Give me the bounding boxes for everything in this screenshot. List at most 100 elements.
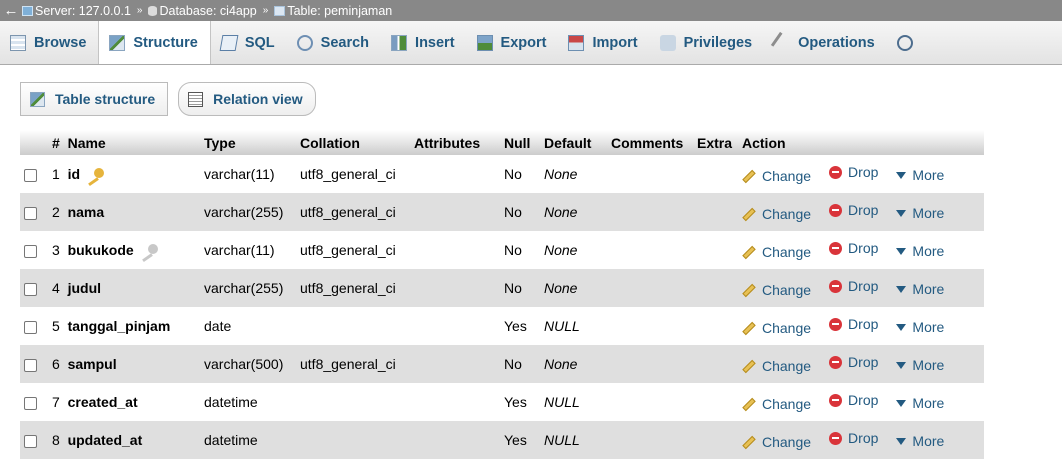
field-null: No [500, 193, 540, 231]
pencil-icon [742, 397, 756, 411]
drop-button[interactable]: Drop [829, 164, 878, 180]
server-icon [22, 5, 33, 16]
field-name: nama [67, 204, 105, 220]
drop-button[interactable]: Drop [829, 278, 878, 294]
change-button[interactable]: Change [742, 206, 811, 222]
field-type: varchar(255) [200, 193, 296, 231]
row-checkbox[interactable] [24, 434, 37, 448]
field-name-cell: 6 sampul [48, 345, 200, 383]
field-comments [607, 383, 693, 421]
tab-browse[interactable]: Browse [0, 21, 98, 64]
change-button[interactable]: Change [742, 358, 811, 374]
more-button[interactable]: More [896, 319, 944, 335]
tab-import[interactable]: Import [558, 21, 649, 64]
row-checkbox[interactable] [24, 282, 37, 296]
tab-search[interactable]: Search [287, 21, 381, 64]
drop-button[interactable]: Drop [829, 430, 878, 446]
eye-icon [896, 34, 913, 51]
field-comments [607, 421, 693, 459]
tab-privileges[interactable]: Privileges [650, 21, 765, 64]
more-button[interactable]: More [896, 281, 944, 297]
drop-icon [829, 317, 843, 331]
breadcrumb-table-label[interactable]: Table: peminjaman [287, 4, 392, 18]
breadcrumb-table[interactable]: Table: peminjaman [274, 4, 392, 18]
drop-button[interactable]: Drop [829, 316, 878, 332]
triangle-down-icon [896, 437, 907, 445]
relation-icon [188, 91, 204, 107]
change-button[interactable]: Change [742, 434, 811, 450]
tab-tracking[interactable] [887, 21, 933, 64]
drop-button[interactable]: Drop [829, 202, 878, 218]
field-comments [607, 307, 693, 345]
row-checkbox[interactable] [24, 396, 37, 410]
field-default: None [540, 155, 607, 193]
row-checkbox[interactable] [24, 168, 37, 182]
change-button[interactable]: Change [742, 244, 811, 260]
insert-icon [391, 34, 408, 51]
drop-button[interactable]: Drop [829, 240, 878, 256]
field-comments [607, 155, 693, 193]
change-button[interactable]: Change [742, 168, 811, 184]
triangle-down-icon [896, 399, 907, 407]
field-name: bukukode [67, 241, 134, 258]
field-number: 5 [52, 318, 60, 334]
field-name: judul [67, 280, 102, 296]
field-type: date [200, 307, 296, 345]
drop-button[interactable]: Drop [829, 354, 878, 370]
pencil-icon [742, 359, 756, 373]
operations-icon [770, 31, 794, 54]
more-button[interactable]: More [896, 167, 944, 183]
change-button[interactable]: Change [742, 320, 811, 336]
breadcrumb-database-label[interactable]: Database: ci4app [159, 4, 256, 18]
change-label: Change [762, 282, 812, 298]
field-extra [693, 307, 738, 345]
field-collation: utf8_general_ci [296, 193, 410, 231]
row-checkbox[interactable] [24, 320, 37, 334]
field-collation: utf8_general_ci [296, 345, 410, 383]
breadcrumb-server-label[interactable]: Server: 127.0.0.1 [35, 4, 131, 18]
change-button[interactable]: Change [742, 282, 811, 298]
tab-structure[interactable]: Structure [98, 21, 211, 64]
database-icon [148, 5, 158, 16]
header-name[interactable]: # Name [48, 130, 200, 155]
drop-icon [829, 431, 843, 445]
more-button[interactable]: More [896, 433, 944, 449]
table-structure-button[interactable]: Table structure [20, 82, 169, 116]
relation-view-button[interactable]: Relation view [178, 82, 316, 116]
field-name-cell: 7 created_at [48, 383, 200, 421]
breadcrumb-database[interactable]: Database: ci4app [148, 4, 257, 18]
field-attributes [410, 421, 500, 459]
row-checkbox[interactable] [24, 206, 37, 220]
field-name-cell: 5 tanggal_pinjam [48, 307, 200, 345]
more-button[interactable]: More [896, 395, 944, 411]
more-label: More [912, 281, 945, 297]
more-button[interactable]: More [896, 357, 944, 373]
field-name: created_at [67, 394, 138, 410]
table-row: 1 id varchar(11) utf8_general_ci No None Chan… [20, 155, 984, 193]
field-null: No [500, 231, 540, 269]
tab-insert[interactable]: Insert [381, 21, 467, 64]
back-arrow-icon[interactable]: ← [0, 2, 22, 19]
header-checkbox [20, 130, 48, 155]
structure-table: # Name Type Collation Attributes Null De… [20, 130, 984, 459]
drop-button[interactable]: Drop [829, 392, 878, 408]
drop-label: Drop [848, 202, 879, 218]
change-button[interactable]: Change [742, 396, 811, 412]
tab-export[interactable]: Export [467, 21, 559, 64]
header-type: Type [200, 130, 296, 155]
row-select-cell [20, 307, 48, 345]
field-type: varchar(11) [200, 231, 296, 269]
header-action: Action [738, 130, 984, 155]
drop-label: Drop [848, 316, 879, 332]
more-button[interactable]: More [896, 243, 944, 259]
tab-operations[interactable]: Operations [764, 21, 887, 64]
field-extra [693, 345, 738, 383]
table-row: 4 judul varchar(255) utf8_general_ci No None… [20, 269, 984, 307]
breadcrumb-server[interactable]: Server: 127.0.0.1 [22, 4, 131, 18]
header-default: Default [540, 130, 607, 155]
more-button[interactable]: More [896, 205, 944, 221]
tab-sql[interactable]: SQL [211, 21, 287, 64]
row-checkbox[interactable] [24, 244, 37, 258]
row-checkbox[interactable] [24, 358, 37, 372]
change-label: Change [762, 168, 812, 184]
